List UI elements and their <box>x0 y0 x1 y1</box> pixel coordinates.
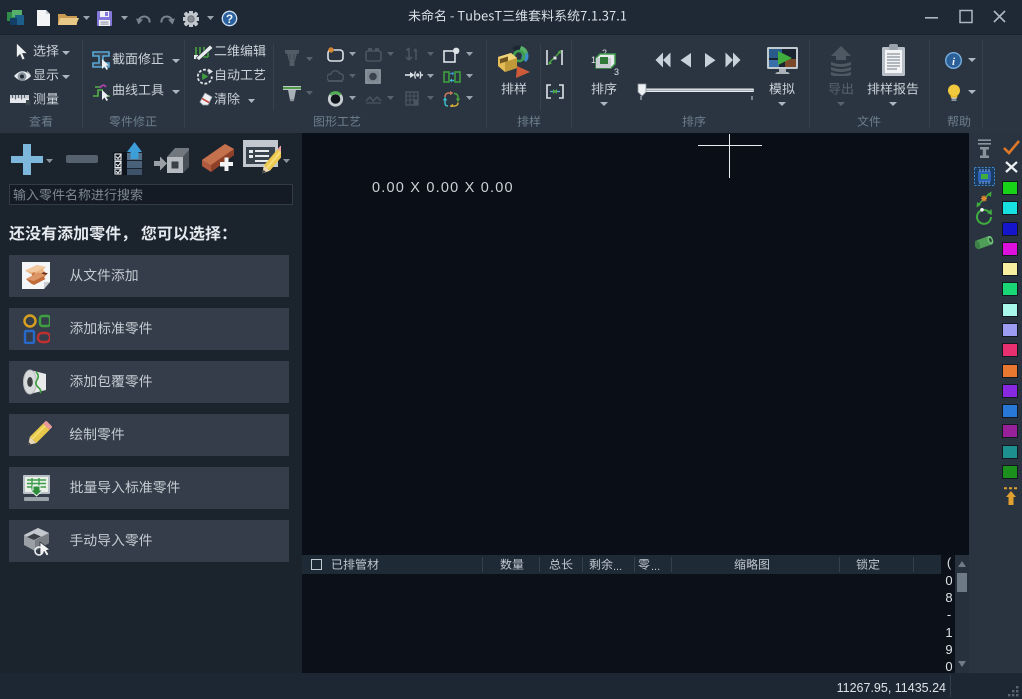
svg-text:3: 3 <box>614 67 619 76</box>
svg-text:?: ? <box>226 12 233 26</box>
